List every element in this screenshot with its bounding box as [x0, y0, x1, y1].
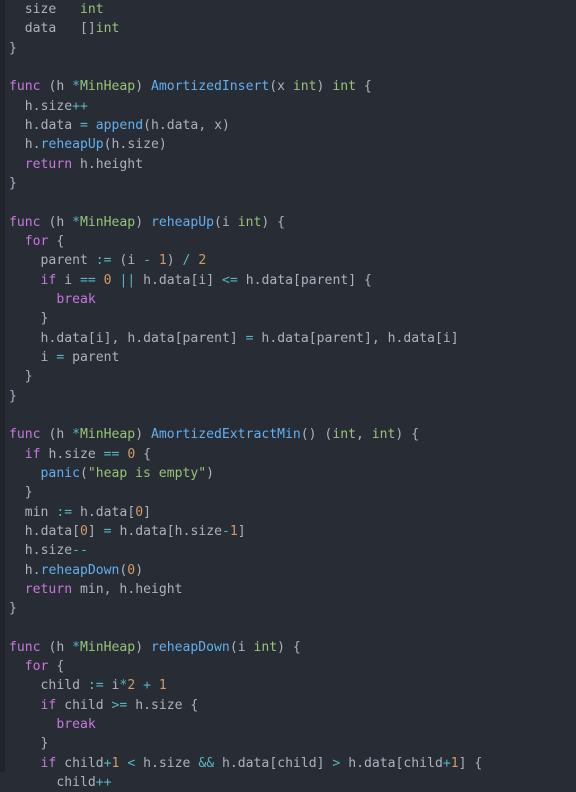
code-line: h.data[0] = h.data[h.size-1] — [24, 523, 246, 539]
code-line: size int — [24, 2, 104, 17]
code-line: } — [40, 311, 49, 327]
code-line: } — [24, 485, 33, 501]
code-line: } — [9, 388, 17, 404]
code-line: } — [9, 601, 17, 617]
code-line: h.size++ — [24, 98, 88, 114]
code-line: func (h *MinHeap) AmortizedInsert(x int)… — [9, 79, 372, 95]
code-line: func (h *MinHeap) reheapUp(i int) { — [9, 214, 286, 230]
code-line: } — [9, 175, 17, 191]
code-line: child++ — [56, 775, 112, 791]
code-line: func (h *MinHeap) reheapDown(i int) { — [9, 639, 301, 655]
code-editor[interactable]: size int data []int} func (h *MinHeap) A… — [0, 0, 576, 790]
code-line: for { — [24, 659, 65, 675]
code-line: h.data = append(h.data, x) — [24, 117, 230, 133]
code-line: } — [9, 40, 17, 56]
code-content[interactable]: size int data []int} func (h *MinHeap) A… — [0, 0, 576, 792]
code-line: panic("heap is empty") — [40, 465, 214, 481]
code-line: if child+1 < h.size && h.data[child] > h… — [40, 755, 483, 771]
code-line: return min, h.height — [24, 581, 183, 597]
code-line: func (h *MinHeap) AmortizedExtractMin() … — [9, 427, 420, 443]
code-line: h.reheapUp(h.size) — [24, 137, 167, 153]
code-line: return h.height — [24, 156, 144, 172]
code-line: break — [56, 291, 96, 307]
code-line: break — [56, 717, 96, 733]
code-line: data []int — [24, 21, 120, 37]
code-line: i = parent — [40, 349, 120, 365]
code-line: if child >= h.size { — [40, 697, 199, 713]
code-line: h.data[i], h.data[parent] = h.data[paren… — [40, 330, 459, 346]
code-line: if i == 0 || h.data[i] <= h.data[parent]… — [40, 272, 372, 288]
code-line: h.reheapDown(0) — [24, 562, 144, 578]
code-line: min := h.data[0] — [24, 504, 151, 520]
code-line: for { — [24, 233, 65, 249]
code-line: h.size-- — [24, 543, 88, 559]
code-line: } — [24, 369, 33, 385]
code-line: parent := (i - 1) / 2 — [40, 253, 207, 269]
code-line: child := i*2 + 1 — [40, 678, 167, 694]
code-line: } — [40, 736, 49, 752]
code-line: if h.size == 0 { — [24, 446, 152, 462]
